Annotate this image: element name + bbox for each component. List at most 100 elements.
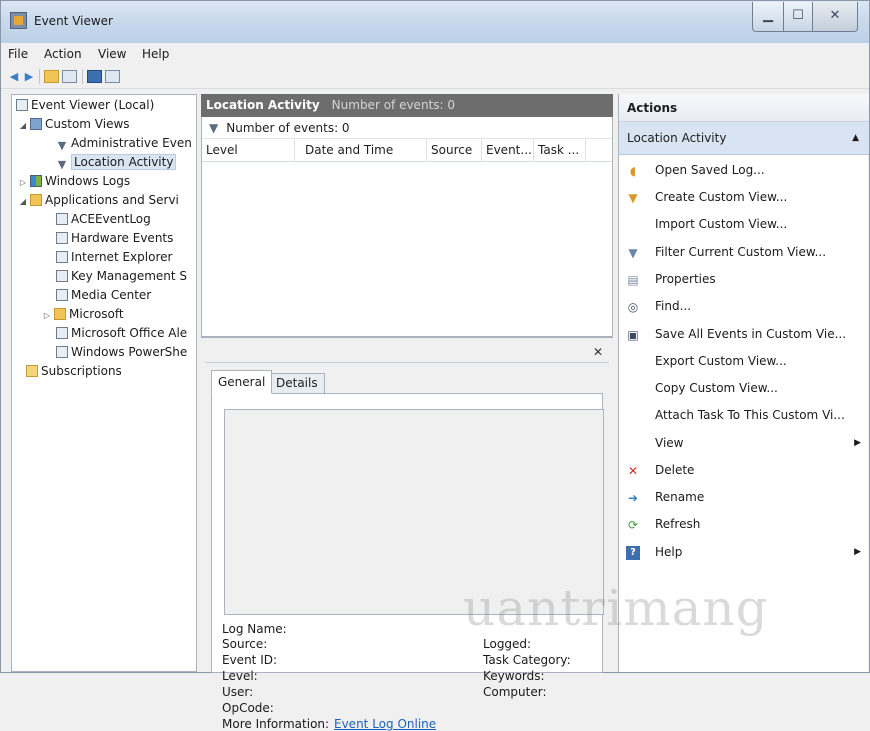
navigation-tree: Event Viewer (Local) ◢ Custom Views ▼ Admi…	[11, 94, 197, 672]
refresh-icon: ⟳	[627, 518, 639, 532]
event-viewer-window: Event Viewer ▁ ☐ ✕ File Action View Help…	[0, 0, 870, 731]
minimize-button[interactable]: ▁	[752, 2, 784, 32]
tab-details[interactable]: Details	[269, 373, 325, 394]
events-pane-header: Location Activity Number of events: 0	[201, 94, 613, 117]
field-opcode: OpCode:	[222, 701, 274, 715]
column-header-event-id[interactable]: Event...	[482, 139, 534, 162]
log-icon	[56, 289, 68, 301]
tree-item-location-activity[interactable]: ▼ Location Activity	[54, 153, 177, 172]
tree-item-applications-and-services[interactable]: ◢ Applications and Servi	[18, 191, 179, 210]
action-open-saved-log[interactable]: ◖ Open Saved Log...	[619, 157, 869, 184]
menu-help[interactable]: Help	[142, 47, 169, 61]
submenu-arrow-icon: ▶	[854, 547, 861, 557]
actions-section-title: Location Activity	[627, 131, 727, 145]
maximize-button[interactable]: ☐	[783, 2, 813, 32]
tree-item-hardware-events[interactable]: Hardware Events	[54, 229, 173, 248]
toolbar-separator	[82, 69, 83, 84]
save-icon: ▣	[627, 328, 639, 342]
collapsed-arrow-icon[interactable]: ▷	[18, 173, 28, 192]
back-arrow-icon[interactable]: ◀	[8, 69, 20, 84]
event-viewer-app-icon	[10, 12, 27, 29]
close-button[interactable]: ✕	[812, 2, 858, 32]
tree-item-media-center[interactable]: Media Center	[54, 286, 151, 305]
show-hide-action-pane-icon[interactable]	[105, 70, 120, 83]
action-rename[interactable]: ➜ Rename	[619, 484, 869, 511]
tree-item-internet-explorer[interactable]: Internet Explorer	[54, 248, 172, 267]
action-view[interactable]: View ▶	[619, 430, 869, 457]
action-create-custom-view[interactable]: ▼ Create Custom View...	[619, 184, 869, 211]
tab-general[interactable]: General	[211, 370, 273, 394]
event-log-online-link[interactable]: Event Log Online	[334, 717, 436, 731]
minimize-icon: ▁	[763, 8, 773, 23]
field-computer: Computer:	[483, 685, 547, 699]
expanded-arrow-icon[interactable]: ◢	[18, 192, 28, 211]
rename-icon: ➜	[627, 491, 639, 505]
collapsed-arrow-icon[interactable]: ▷	[42, 306, 52, 325]
tree-item-windows-logs[interactable]: ▷ Windows Logs	[18, 172, 130, 191]
field-log-name: Log Name:	[222, 622, 287, 636]
log-icon	[56, 232, 68, 244]
filter-summary: ▼ Number of events: 0	[202, 117, 612, 139]
expanded-arrow-icon[interactable]: ◢	[18, 116, 28, 135]
field-event-id: Event ID:	[222, 653, 278, 667]
action-properties[interactable]: ▤ Properties	[619, 266, 869, 293]
help-toolbar-icon[interactable]	[87, 70, 102, 83]
custom-views-folder-icon	[30, 118, 42, 130]
action-find[interactable]: ◎ Find...	[619, 293, 869, 320]
action-export-custom-view[interactable]: Export Custom View...	[619, 348, 869, 375]
folder-icon	[30, 194, 42, 206]
delete-icon: ✕	[627, 464, 639, 478]
menu-view[interactable]: View	[98, 47, 126, 61]
show-hide-tree-icon[interactable]	[62, 70, 77, 83]
log-icon	[56, 213, 68, 225]
menu-file[interactable]: File	[8, 47, 28, 61]
folder-icon	[54, 308, 66, 320]
open-log-icon: ◖	[629, 164, 637, 178]
maximize-icon: ☐	[792, 8, 804, 23]
events-pane-title: Location Activity	[206, 98, 320, 112]
tree-item-key-management[interactable]: Key Management S	[54, 267, 187, 286]
tree-item-microsoft[interactable]: ▷ Microsoft	[42, 305, 124, 324]
tree-item-event-viewer-local[interactable]: Event Viewer (Local)	[14, 96, 154, 115]
column-header-level[interactable]: Level	[202, 139, 295, 162]
tree-item-microsoft-office-alerts[interactable]: Microsoft Office Ale	[54, 324, 187, 343]
close-detail-icon[interactable]: ✕	[593, 345, 603, 359]
subscriptions-icon	[26, 365, 38, 377]
menu-action[interactable]: Action	[44, 47, 82, 61]
field-source: Source:	[222, 637, 268, 651]
tree-item-custom-views[interactable]: ◢ Custom Views	[18, 115, 130, 134]
filter-view-icon: ▼	[57, 139, 67, 152]
events-list[interactable]: ▼ Number of events: 0 Level Date and Time…	[201, 117, 613, 337]
action-save-all-events[interactable]: ▣ Save All Events in Custom Vie...	[619, 321, 869, 348]
tree-item-subscriptions[interactable]: Subscriptions	[24, 362, 122, 381]
collapse-caret-icon[interactable]: ▲	[852, 122, 859, 155]
forward-arrow-icon[interactable]: ▶	[23, 69, 35, 84]
filter-icon: ▼	[209, 121, 219, 135]
column-header-task-category[interactable]: Task ...	[534, 139, 586, 162]
folder-up-icon[interactable]	[44, 70, 59, 83]
field-task-category: Task Category:	[483, 653, 571, 667]
action-help[interactable]: ? Help ▶	[619, 539, 869, 566]
title-bar: Event Viewer ▁ ☐ ✕	[1, 1, 869, 43]
submenu-arrow-icon: ▶	[854, 438, 861, 448]
action-import-custom-view[interactable]: Import Custom View...	[619, 211, 869, 238]
action-attach-task[interactable]: Attach Task To This Custom Vi...	[619, 402, 869, 429]
filter-icon: ▼	[628, 246, 638, 260]
log-icon	[56, 327, 68, 339]
column-header-date-and-time[interactable]: Date and Time	[295, 139, 427, 162]
watermark-logo: uantrimang	[463, 579, 769, 637]
window-title: Event Viewer	[34, 14, 113, 28]
action-copy-custom-view[interactable]: Copy Custom View...	[619, 375, 869, 402]
action-refresh[interactable]: ⟳ Refresh	[619, 511, 869, 538]
windows-logs-icon	[30, 175, 42, 187]
column-header-source[interactable]: Source	[427, 139, 482, 162]
field-user: User:	[222, 685, 254, 699]
tree-item-administrative-events[interactable]: ▼ Administrative Even	[54, 134, 192, 153]
action-filter-current-custom-view[interactable]: ▼ Filter Current Custom View...	[619, 239, 869, 266]
field-more-information: More Information:	[222, 717, 330, 731]
tree-item-aceeventlog[interactable]: ACEEventLog	[54, 210, 151, 229]
properties-icon: ▤	[627, 273, 639, 287]
tree-item-windows-powershell[interactable]: Windows PowerShe	[54, 343, 187, 362]
actions-section-location-activity[interactable]: Location Activity ▲	[619, 122, 869, 155]
action-delete[interactable]: ✕ Delete	[619, 457, 869, 484]
